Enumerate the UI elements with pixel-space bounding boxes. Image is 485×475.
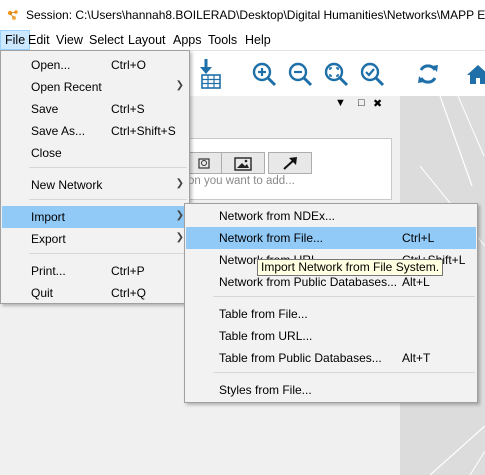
import-submenu: Network from NDEx... Network from File..… [184,203,478,403]
tooltip: Import Network from File System. [257,259,444,276]
image-search-button[interactable] [221,152,265,174]
file-menu-item-save-as[interactable]: Save As... Ctrl+Shift+S [2,120,188,142]
menu-select[interactable]: Select [85,30,128,50]
import-item-network-from-file[interactable]: Network from File... Ctrl+L [186,227,476,249]
import-item-table-from-file[interactable]: Table from File... [186,303,476,325]
arrow-up-right-icon [283,157,297,170]
menu-separator [29,253,187,254]
menu-separator [29,167,187,168]
submenu-arrow-icon: ❯ [175,178,184,189]
menu-tools[interactable]: Tools [204,30,241,50]
title-bar: Session: C:\Users\hannah8.BOILERAD\Deskt… [0,0,485,30]
zoom-out-icon[interactable] [287,61,313,87]
window-title: Session: C:\Users\hannah8.BOILERAD\Deskt… [26,8,485,22]
file-menu-item-save[interactable]: Save Ctrl+S [2,98,188,120]
file-menu-item-close[interactable]: Close [2,142,188,164]
refresh-icon[interactable] [415,61,441,87]
import-item-network-from-ndex[interactable]: Network from NDEx... [186,205,476,227]
panel-menu-chevron-icon[interactable]: ▼ [335,97,346,109]
import-item-table-from-url[interactable]: Table from URL... [186,325,476,347]
image-icon [234,157,252,171]
file-menu-item-new-network[interactable]: New Network ❯ [2,174,188,196]
menu-separator [29,199,187,200]
menu-edit[interactable]: Edit [24,30,54,50]
file-menu-item-import[interactable]: Import ❯ [2,206,188,228]
file-menu-item-quit[interactable]: Quit Ctrl+Q [2,282,188,304]
menu-help[interactable]: Help [241,30,275,50]
submenu-arrow-icon: ❯ [175,80,184,91]
zoom-selected-icon[interactable] [359,61,385,87]
go-search-button[interactable] [268,152,312,174]
cytoscape-app-icon [7,10,18,20]
import-table-icon[interactable] [196,57,224,91]
menu-separator [213,372,475,373]
import-item-styles-from-file[interactable]: Styles from File... [186,379,476,401]
panel-float-icon[interactable]: □ [358,97,365,109]
file-menu: Open... Ctrl+O Open Recent ❯ Save Ctrl+S… [0,50,190,304]
submenu-arrow-icon: ❯ [175,210,184,221]
file-menu-item-open[interactable]: Open... Ctrl+O [2,54,188,76]
import-item-table-from-public-databases[interactable]: Table from Public Databases... Alt+T [186,347,476,369]
menu-apps[interactable]: Apps [169,30,206,50]
search-placeholder: on you want to add... [188,175,295,187]
zoom-in-icon[interactable] [251,61,277,87]
file-menu-item-print[interactable]: Print... Ctrl+P [2,260,188,282]
file-menu-item-export[interactable]: Export ❯ [2,228,188,250]
menu-view[interactable]: View [52,30,87,50]
panel-controls: ▼ □ ✖ [335,97,390,111]
menu-separator [213,296,475,297]
menu-bar: File Edit View Select Layout Apps Tools … [0,30,485,50]
panel-close-icon[interactable]: ✖ [373,97,382,110]
submenu-arrow-icon: ❯ [175,232,184,243]
home-icon[interactable] [465,61,485,87]
file-menu-item-open-recent[interactable]: Open Recent ❯ [2,76,188,98]
zoom-fit-icon[interactable] [323,61,349,87]
menu-layout[interactable]: Layout [124,30,170,50]
